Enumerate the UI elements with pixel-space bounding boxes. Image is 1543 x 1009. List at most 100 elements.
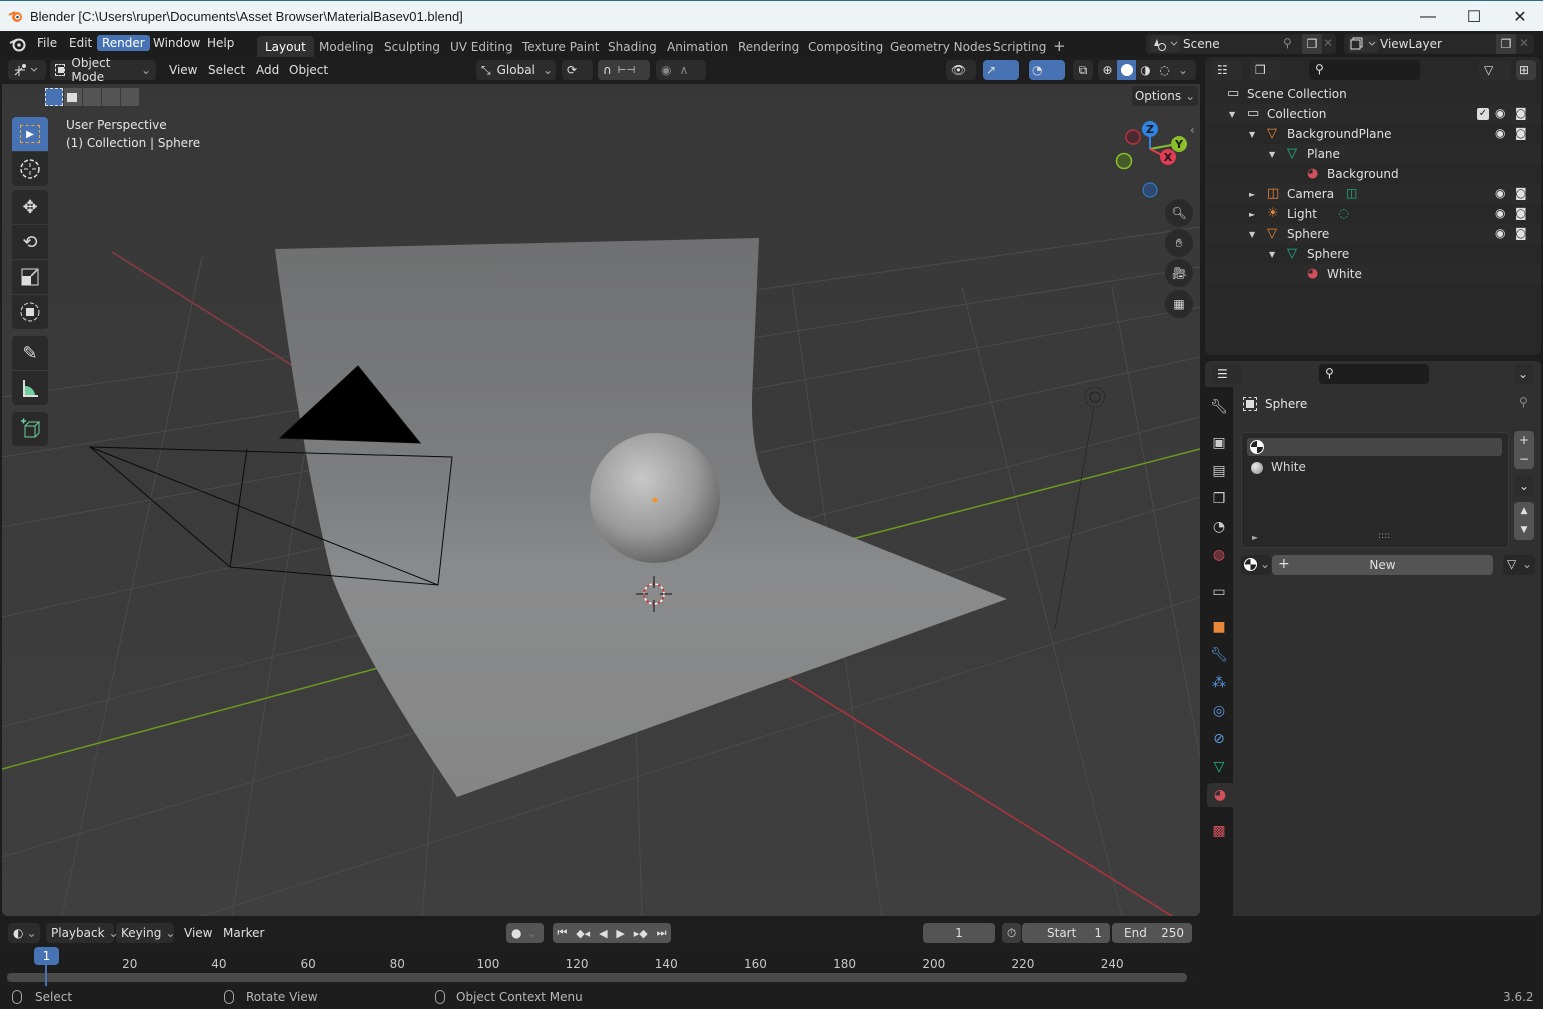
properties-tab-constraints[interactable]: ⊘: [1207, 727, 1231, 751]
properties-tab-modifiers[interactable]: 🔧︎: [1207, 643, 1231, 667]
tab-animation[interactable]: Animation: [667, 40, 728, 54]
play-icon[interactable]: ▶: [616, 927, 624, 940]
properties-tab-view-layer[interactable]: ❒: [1207, 487, 1231, 511]
tool-add-cube[interactable]: [12, 412, 48, 446]
eye-icon[interactable]: ◉: [1495, 126, 1505, 140]
outliner-row[interactable]: ▼ ▽ Sphere ◉ ◙: [1205, 224, 1541, 244]
collapse-arrow-icon[interactable]: ▼: [1269, 150, 1275, 159]
collapse-arrow-icon[interactable]: ▼: [1229, 110, 1235, 119]
menu-view[interactable]: View: [169, 63, 197, 77]
select-intersect-icon[interactable]: [121, 88, 139, 106]
collapse-arrow-icon[interactable]: ▼: [1249, 130, 1255, 139]
playback-menu[interactable]: Playback ⌄: [46, 923, 119, 943]
tab-texture-paint[interactable]: Texture Paint: [522, 40, 599, 54]
material-slot-row[interactable]: White: [1247, 459, 1502, 477]
expand-arrow-icon[interactable]: ►: [1249, 190, 1255, 199]
maximize-button[interactable]: ☐: [1451, 1, 1497, 32]
mode-selector[interactable]: Object Mode ⌄: [50, 57, 156, 84]
properties-tab-texture[interactable]: ▩: [1207, 819, 1231, 843]
delete-scene-icon[interactable]: ✕: [1323, 36, 1333, 50]
eye-icon[interactable]: ◉: [1495, 106, 1505, 120]
resize-handle-icon[interactable]: ::::: [1378, 531, 1390, 541]
snap-toggle[interactable]: ∩ ⊢⊣: [598, 60, 650, 80]
duplicate-viewlayer-icon[interactable]: ❐: [1496, 34, 1516, 54]
scene-selector[interactable]: Scene ⚲ ❐ ✕: [1146, 34, 1336, 54]
tool-scale[interactable]: [12, 260, 48, 294]
add-slot-button[interactable]: +: [1519, 431, 1529, 450]
link-mode-button[interactable]: ▽ ⌄: [1503, 555, 1535, 575]
outliner-row[interactable]: ▼ ▽ BackgroundPlane ◉ ◙: [1205, 124, 1541, 144]
outliner-search-input[interactable]: ⚲: [1309, 60, 1420, 80]
transform-orientation-selector[interactable]: ⤡ Global ⌄: [476, 60, 556, 80]
tab-geometry-nodes[interactable]: Geometry Nodes: [890, 40, 991, 54]
properties-tab-scene[interactable]: ◔: [1207, 515, 1231, 539]
select-extend-icon[interactable]: [64, 88, 82, 106]
chevron-down-icon[interactable]: ⌄: [1174, 63, 1192, 77]
timeline-view-menu[interactable]: View: [184, 926, 212, 940]
tab-rendering[interactable]: Rendering: [738, 40, 799, 54]
tool-select-box[interactable]: ▶: [12, 117, 48, 151]
select-new-icon[interactable]: [45, 88, 63, 106]
viewlayer-name[interactable]: ViewLayer: [1380, 37, 1442, 51]
3d-viewport[interactable]: Object Mode ⌄ View Select Add Object ⤡ G…: [2, 57, 1200, 916]
properties-tab-tool[interactable]: 🔧︎: [1207, 395, 1231, 419]
properties-tab-material[interactable]: ◕: [1207, 783, 1233, 807]
tab-sculpting[interactable]: Sculpting: [384, 40, 440, 54]
auto-keying-toggle[interactable]: ● ⌄: [506, 923, 544, 943]
menu-edit[interactable]: Edit: [69, 36, 92, 50]
menu-help[interactable]: Help: [207, 36, 234, 50]
pin-icon[interactable]: ⚲: [1519, 395, 1528, 409]
exclude-checkbox[interactable]: ✓: [1477, 108, 1489, 120]
display-mode-button[interactable]: ❒: [1250, 60, 1280, 80]
outliner-row[interactable]: ▼ ▽ Sphere: [1205, 244, 1541, 264]
add-workspace-button[interactable]: +: [1053, 37, 1066, 55]
properties-tab-particles[interactable]: ⁂: [1207, 671, 1231, 695]
outliner-row[interactable]: ▼ ▭ Collection ✓ ◉ ◙: [1205, 104, 1541, 124]
remove-slot-button[interactable]: −: [1519, 450, 1529, 469]
outliner-row[interactable]: ◕ White: [1205, 264, 1541, 284]
properties-tab-collection[interactable]: ▭: [1207, 580, 1231, 604]
menu-add[interactable]: Add: [256, 63, 279, 77]
menu-select[interactable]: Select: [208, 63, 245, 77]
camera-view-button[interactable]: 🎥︎: [1165, 259, 1193, 287]
play-reverse-icon[interactable]: ◀: [599, 927, 607, 940]
close-button[interactable]: ✕: [1497, 1, 1543, 32]
slot-specials-button[interactable]: ⌄: [1514, 476, 1534, 496]
tab-compositing[interactable]: Compositing: [808, 40, 883, 54]
solid-shading-icon[interactable]: [1117, 60, 1136, 80]
collapse-arrow-icon[interactable]: ▼: [1249, 230, 1255, 239]
xray-toggle[interactable]: ⧉: [1073, 60, 1093, 80]
duplicate-scene-icon[interactable]: ❐: [1302, 34, 1322, 54]
menu-file[interactable]: File: [37, 36, 57, 50]
collapse-arrow-icon[interactable]: ▼: [1269, 250, 1275, 259]
timeline-scrollbar[interactable]: [7, 973, 1187, 982]
editor-type-button[interactable]: ◐ ⌄: [8, 923, 40, 943]
select-subtract-icon[interactable]: [83, 88, 101, 106]
properties-tab-physics[interactable]: ◎: [1207, 699, 1231, 723]
editor-type-button[interactable]: ☰: [1212, 364, 1242, 384]
light-data-icon[interactable]: ◌: [1339, 206, 1349, 220]
keying-menu[interactable]: Keying ⌄: [116, 923, 175, 943]
options-button[interactable]: ⌄: [1514, 364, 1534, 384]
overlay-toggle[interactable]: ◔: [1029, 60, 1065, 80]
material-slot-list[interactable]: White ► ::::: [1241, 432, 1509, 548]
material-slot-row[interactable]: [1247, 438, 1502, 456]
outliner-row[interactable]: ◕ Background: [1205, 164, 1541, 184]
properties-tab-render[interactable]: ▣: [1207, 431, 1231, 455]
tab-layout[interactable]: Layout: [257, 36, 314, 57]
tool-rotate[interactable]: ⟲: [12, 225, 48, 259]
eye-icon[interactable]: ◉: [1495, 226, 1505, 240]
jump-start-icon[interactable]: ⏮: [557, 926, 567, 940]
perspective-toggle-button[interactable]: ▦: [1165, 290, 1193, 318]
properties-tab-object[interactable]: ■: [1207, 615, 1231, 639]
render-camera-icon[interactable]: ◙: [1515, 186, 1527, 200]
outliner-row[interactable]: ▼ ▽ Plane: [1205, 144, 1541, 164]
tool-move[interactable]: ✥: [12, 190, 48, 224]
move-up-button[interactable]: ▲: [1521, 502, 1528, 521]
material-shading-icon[interactable]: ◑: [1136, 63, 1155, 77]
tool-measure[interactable]: [12, 371, 48, 405]
outliner-row[interactable]: ► ☀ Light ◌ ◉ ◙: [1205, 204, 1541, 224]
select-invert-icon[interactable]: [102, 88, 120, 106]
tab-modeling[interactable]: Modeling: [319, 40, 374, 54]
tab-scripting[interactable]: Scripting: [993, 40, 1046, 54]
